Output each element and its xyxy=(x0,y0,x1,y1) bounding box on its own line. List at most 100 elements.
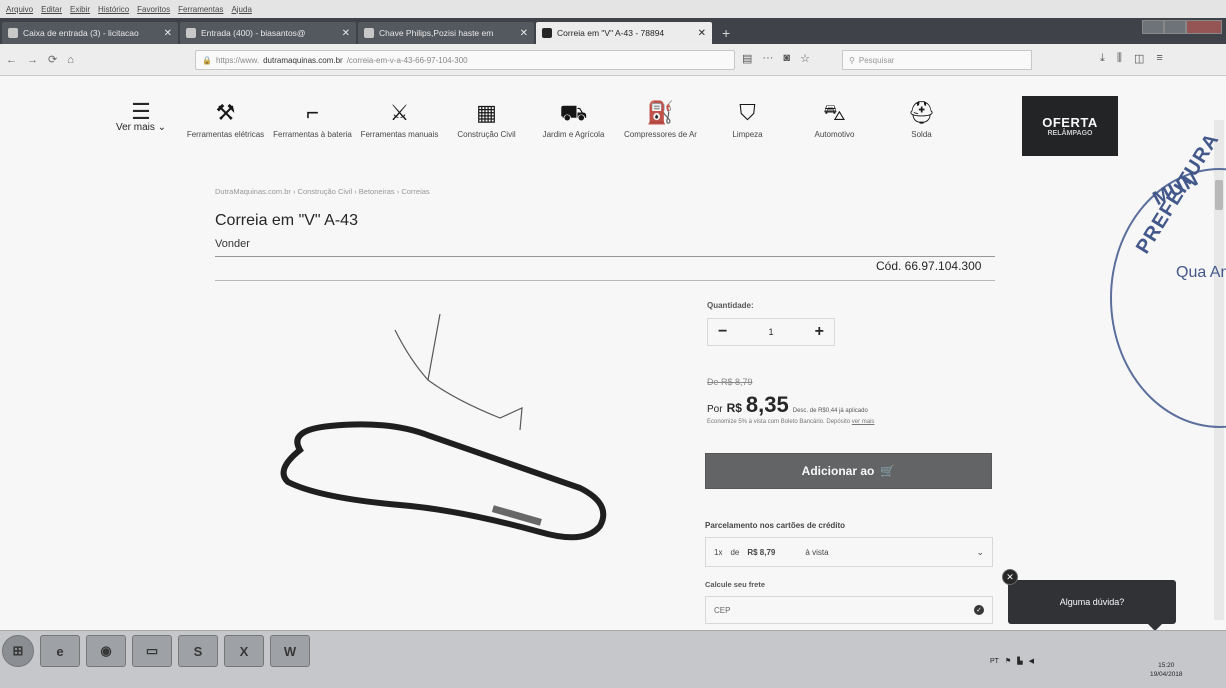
library-icon[interactable]: ⫼ xyxy=(1117,52,1122,65)
excel-icon[interactable]: X xyxy=(224,635,264,667)
quantity-stepper: − 1 + xyxy=(707,318,835,346)
tab-label: Caixa de entrada (3) - licitacao xyxy=(23,28,139,38)
word-icon[interactable]: W xyxy=(270,635,310,667)
menu-item-ferramentas[interactable]: Ferramentas xyxy=(178,5,223,14)
category-ferramentas-bateria[interactable]: ⌐ Ferramentas à bateria xyxy=(269,92,356,140)
installment-de: de xyxy=(730,547,740,557)
clock-time: 15:20 xyxy=(1158,662,1175,669)
menu-item-historico[interactable]: Histórico xyxy=(98,5,129,14)
maximize-button[interactable] xyxy=(1164,20,1186,34)
price-value: 8,35 xyxy=(745,392,789,417)
flag-icon[interactable]: ⚑ xyxy=(1005,657,1011,665)
chat-bubble[interactable]: Alguma dúvida? xyxy=(1008,580,1176,631)
category-automotivo[interactable]: ⛍ Automotivo xyxy=(791,92,878,140)
check-icon[interactable]: ✓ xyxy=(974,605,984,615)
minimize-button[interactable] xyxy=(1142,20,1164,34)
category-label: Ferramentas manuais xyxy=(360,130,439,139)
product-brand: Vonder xyxy=(215,238,250,250)
add-to-cart-button[interactable]: Adicionar ao 🛒 xyxy=(705,453,992,489)
pocket-icon[interactable]: ◙ xyxy=(783,52,790,65)
network-icon[interactable]: ▙ xyxy=(1017,657,1022,665)
browser-tab[interactable]: Chave Philips,Pozisi haste em ✕ xyxy=(358,22,534,44)
menu-item-exibir[interactable]: Exibir xyxy=(70,5,90,14)
category-ferramentas-eletricas[interactable]: ⚒ Ferramentas elétricas xyxy=(182,92,269,140)
download-icon[interactable]: ⤓ xyxy=(1100,52,1105,65)
volume-icon[interactable]: ◀ xyxy=(1029,657,1034,665)
system-tray: PT ⚑ ▙ ◀ xyxy=(990,657,1034,666)
installments-select[interactable]: 1x de R$ 8,79 à vista ⌄ xyxy=(705,537,993,567)
category-solda[interactable]: ⛑ Solda xyxy=(878,92,965,140)
bucket-icon: ⛉ xyxy=(739,100,756,125)
chat-close-icon[interactable]: ✕ xyxy=(1002,569,1018,585)
chat-label: Alguma dúvida? xyxy=(1059,597,1125,607)
boleto-note: Economize 5% à vista com Boleto Bancário… xyxy=(707,419,875,425)
lock-icon: 🔒 xyxy=(202,55,212,65)
mail-icon xyxy=(186,28,196,38)
menu-item-editar[interactable]: Editar xyxy=(41,5,62,14)
browser-tab[interactable]: Entrada (400) - biasantos@ ✕ xyxy=(180,22,356,44)
browser-nav-bar: ← → ⟳ ⌂ 🔒 https://www. dutramaquinas.com.… xyxy=(0,44,1226,76)
home-icon[interactable]: ⌂ xyxy=(67,54,74,66)
close-window-button[interactable] xyxy=(1186,20,1222,34)
cart-icon: 🛒 xyxy=(880,464,896,478)
browser-tab[interactable]: Caixa de entrada (3) - licitacao ✕ xyxy=(2,22,178,44)
forward-icon[interactable]: → xyxy=(27,54,38,66)
search-input[interactable]: ⚲ Pesquisar xyxy=(842,50,1032,70)
url-path: /correia-em-v-a-43-66-97-104-300 xyxy=(346,55,468,65)
back-icon[interactable]: ← xyxy=(6,54,17,66)
menu-item-ajuda[interactable]: Ajuda xyxy=(231,5,251,14)
tab-label: Chave Philips,Pozisi haste em xyxy=(379,28,494,38)
close-icon[interactable]: ✕ xyxy=(698,28,706,39)
start-button-icon[interactable]: ⊞ xyxy=(2,635,34,667)
close-icon[interactable]: ✕ xyxy=(342,28,350,39)
currency: R$ xyxy=(726,401,742,415)
skype-icon[interactable]: S xyxy=(178,635,218,667)
ver-mais-link[interactable]: ver mais xyxy=(852,419,875,425)
close-icon[interactable]: ✕ xyxy=(164,28,172,39)
reload-icon[interactable]: ⟳ xyxy=(48,53,57,66)
stamp-text: Qua An Do N° xyxy=(1176,264,1226,281)
menu-item-favoritos[interactable]: Favoritos xyxy=(137,5,170,14)
discount-note: Desc. de R$0,44 já aplicado xyxy=(792,408,868,414)
ver-mais-menu[interactable]: ☰ Ver mais ⌄ xyxy=(100,92,182,134)
language-icon[interactable]: PT xyxy=(990,658,999,665)
category-ferramentas-manuais[interactable]: ⚔ Ferramentas manuais xyxy=(356,92,443,140)
sidebar-icon[interactable]: ◫ xyxy=(1134,52,1144,65)
browser-tab-active[interactable]: Correia em "V" A-43 - 78894 ✕ xyxy=(536,22,712,44)
more-icon[interactable]: ··· xyxy=(762,52,773,65)
category-compressores[interactable]: ⛽ Compressores de Ar xyxy=(617,92,704,140)
window-controls xyxy=(1142,20,1222,38)
category-construcao-civil[interactable]: ▦ Construção Civil xyxy=(443,92,530,140)
quantity-value[interactable]: 1 xyxy=(768,327,773,337)
folder-icon[interactable]: ▭ xyxy=(132,635,172,667)
increment-button[interactable]: + xyxy=(815,323,824,341)
reader-view-icon[interactable]: ▤ xyxy=(742,52,752,65)
toolbar-right: ⤓ ⫼ ◫ ≡ xyxy=(1100,52,1163,65)
welding-mask-icon: ⛑ xyxy=(907,100,936,125)
category-limpeza[interactable]: ⛉ Limpeza xyxy=(704,92,791,140)
url-bar-actions: ▤ ··· ◙ ☆ xyxy=(742,52,810,65)
new-tab-icon[interactable]: + xyxy=(714,22,738,44)
cep-input[interactable]: CEP ✓ xyxy=(705,596,993,624)
breadcrumb[interactable]: DutraMaquinas.com.br › Construção Civil … xyxy=(215,187,430,196)
menu-item-arquivo[interactable]: Arquivo xyxy=(6,5,33,14)
firefox-icon[interactable]: ◉ xyxy=(86,635,126,667)
cep-placeholder: CEP xyxy=(714,605,731,615)
close-icon[interactable]: ✕ xyxy=(520,28,528,39)
installment-value: R$ 8,79 xyxy=(747,547,776,557)
car-lift-icon: ⛍ xyxy=(823,100,846,125)
decrement-button[interactable]: − xyxy=(718,323,727,341)
category-label: Solda xyxy=(911,130,932,139)
url-bar[interactable]: 🔒 https://www. dutramaquinas.com.br/corre… xyxy=(195,50,735,70)
handwritten-mark xyxy=(394,329,523,431)
chevron-down-icon: ⌄ xyxy=(976,546,984,557)
bookmark-star-icon[interactable]: ☆ xyxy=(800,52,810,65)
shipping-title: Calcule seu frete xyxy=(705,580,766,589)
category-jardim-agricola[interactable]: ⛟ Jardim e Agrícola xyxy=(530,92,617,140)
hamburger-menu-icon[interactable]: ≡ xyxy=(1156,52,1162,65)
system-clock[interactable]: 15:20 19/04/2018 xyxy=(1150,661,1183,679)
quantity-label: Quantidade: xyxy=(707,301,754,310)
browser-menu-bar: Arquivo Editar Exibir Histórico Favorito… xyxy=(0,0,1226,18)
ie-icon[interactable]: e xyxy=(40,635,80,667)
oferta-relampago-banner[interactable]: OFERTA RELÂMPAGO xyxy=(1022,96,1118,156)
